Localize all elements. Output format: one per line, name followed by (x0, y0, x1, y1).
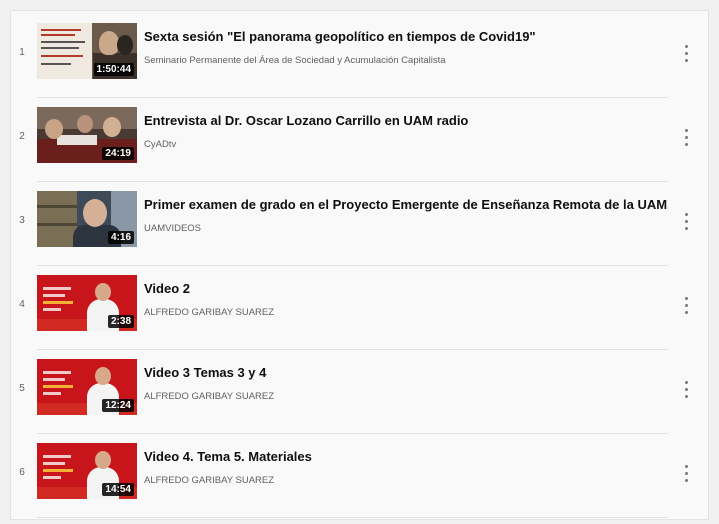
video-thumbnail[interactable]: 1:50:44 (37, 23, 137, 79)
playlist-item[interactable]: 3 4:16 Primer examen de grado en el Proy… (11, 183, 708, 266)
channel-name[interactable]: ALFREDO GARIBAY SUAREZ (144, 391, 668, 402)
more-vert-icon[interactable] (682, 43, 692, 65)
video-title[interactable]: Video 2 (144, 281, 668, 296)
item-index: 2 (19, 131, 25, 142)
more-vert-icon[interactable] (682, 295, 692, 317)
channel-name[interactable]: ALFREDO GARIBAY SUAREZ (144, 475, 668, 486)
divider (37, 433, 668, 434)
playlist-item[interactable]: 5 12:24 Video 3 Temas 3 y 4 ALFREDO GARI… (11, 351, 708, 434)
divider (37, 181, 668, 182)
video-thumbnail[interactable]: 4:16 (37, 191, 137, 247)
duration-badge: 14:54 (102, 483, 134, 496)
video-thumbnail[interactable]: 2:38 (37, 275, 137, 331)
item-index: 4 (19, 299, 25, 310)
video-title[interactable]: Sexta sesión "El panorama geopolítico en… (144, 29, 668, 44)
playlist-item[interactable]: 2 24:19 Entrevista al Dr. Oscar Lozano C… (11, 99, 708, 182)
playlist-item[interactable]: 4 2:38 Video 2 ALFREDO GARIBAY SUAREZ (11, 267, 708, 350)
duration-badge: 4:16 (107, 231, 134, 244)
item-index: 3 (19, 215, 25, 226)
more-vert-icon[interactable] (682, 463, 692, 485)
playlist-panel: 1 1:50:44 Sexta sesión "El panorama geop… (10, 10, 709, 520)
more-vert-icon[interactable] (682, 379, 692, 401)
video-title[interactable]: Video 4. Tema 5. Materiales (144, 449, 668, 464)
video-title[interactable]: Entrevista al Dr. Oscar Lozano Carrillo … (144, 113, 668, 128)
video-thumbnail[interactable]: 14:54 (37, 443, 137, 499)
more-vert-icon[interactable] (682, 211, 692, 233)
channel-name[interactable]: UAMVIDEOS (144, 223, 668, 234)
duration-badge: 24:19 (102, 147, 134, 160)
divider (37, 517, 668, 518)
divider (37, 265, 668, 266)
duration-badge: 2:38 (107, 315, 134, 328)
video-thumbnail[interactable]: 12:24 (37, 359, 137, 415)
video-thumbnail[interactable]: 24:19 (37, 107, 137, 163)
playlist-item[interactable]: 1 1:50:44 Sexta sesión "El panorama geop… (11, 15, 708, 98)
more-vert-icon[interactable] (682, 127, 692, 149)
channel-name[interactable]: Seminario Permanente del Área de Socieda… (144, 55, 668, 66)
duration-badge: 1:50:44 (93, 63, 134, 76)
channel-name[interactable]: CyADtv (144, 139, 668, 150)
duration-badge: 12:24 (102, 399, 134, 412)
channel-name[interactable]: ALFREDO GARIBAY SUAREZ (144, 307, 668, 318)
divider (37, 97, 668, 98)
video-title[interactable]: Video 3 Temas 3 y 4 (144, 365, 668, 380)
item-index: 5 (19, 383, 25, 394)
video-title[interactable]: Primer examen de grado en el Proyecto Em… (144, 197, 668, 212)
item-index: 6 (19, 467, 25, 478)
playlist-item[interactable]: 6 14:54 Video 4. Tema 5. Materiales ALFR… (11, 435, 708, 518)
item-index: 1 (19, 47, 25, 58)
divider (37, 349, 668, 350)
